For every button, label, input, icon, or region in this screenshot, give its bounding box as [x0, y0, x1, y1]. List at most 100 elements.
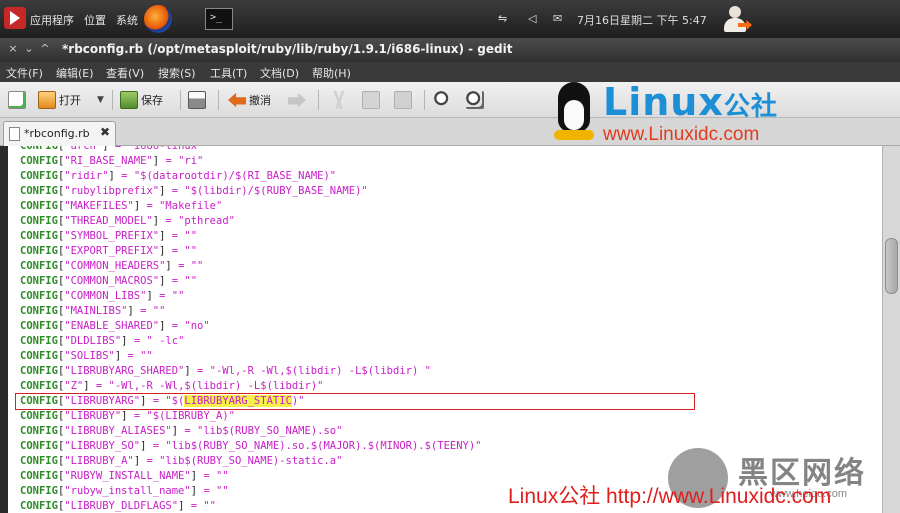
menu-search[interactable]: 搜索(S) [158, 65, 196, 81]
code-line: CONFIG["THREAD_MODEL"] = "pthread" [20, 214, 482, 229]
code-line: CONFIG["LIBRUBY"] = "$(LIBRUBY_A)" [20, 409, 482, 424]
code-line: CONFIG["MAINLIBS"] = "" [20, 304, 482, 319]
config-keyword: CONFIG [20, 485, 58, 497]
paste-icon [394, 91, 412, 109]
find-button[interactable] [434, 89, 452, 111]
config-value: = "-Wl,-R -Wl,$(libdir) -L$(libdir)" [89, 380, 324, 392]
top-panel: 应用程序 位置 系统 >_ ⇋ ◁ ✉ 7月16日星期二 下午 5:47 [0, 0, 900, 38]
config-key: "LIBRUBY_SO" [64, 440, 141, 452]
terminal-launcher-icon[interactable]: >_ [205, 8, 233, 30]
config-key: "rubyw_install_name" [64, 485, 191, 497]
code-line: CONFIG["EXPORT_PREFIX"] = "" [20, 244, 482, 259]
maximize-icon[interactable]: ^ [38, 42, 52, 56]
code-lines: CONFIG["arch"] = "i686-linux" CONFIG["RI_… [20, 146, 482, 513]
firefox-launcher-icon[interactable] [144, 5, 172, 33]
config-keyword: CONFIG [20, 425, 58, 437]
mail-icon[interactable]: ✉ [553, 12, 562, 25]
close-tab-icon[interactable]: ✖ [100, 125, 110, 139]
distro-logo-icon[interactable] [4, 7, 26, 29]
config-key: "RI_BASE_NAME" [64, 155, 153, 167]
config-value: = "$(libdir)/$(RUBY_BASE_NAME)" [165, 185, 368, 197]
open-button[interactable]: 打开 [38, 89, 81, 111]
code-line: CONFIG["DLDLIBS"] = " -lc" [20, 334, 482, 349]
code-line: CONFIG["LIBRUBY_DLDFLAGS"] = "" [20, 499, 482, 513]
config-keyword: CONFIG [20, 155, 58, 167]
config-value: = "lib$(RUBY_SO_NAME)-static.a" [140, 455, 343, 467]
copy-icon [362, 91, 380, 109]
config-keyword: CONFIG [20, 290, 58, 302]
menu-bar: 文件(F) 编辑(E) 查看(V) 搜索(S) 工具(T) 文档(D) 帮助(H… [0, 62, 900, 82]
config-key: "rubylibprefix" [64, 185, 160, 197]
folder-open-icon [38, 91, 56, 109]
config-key: "LIBRUBY_DLDFLAGS" [64, 500, 179, 512]
config-keyword: CONFIG [20, 185, 58, 197]
menu-edit[interactable]: 编辑(E) [56, 65, 94, 81]
config-key: "COMMON_LIBS" [64, 290, 147, 302]
code-line: CONFIG["COMMON_HEADERS"] = "" [20, 259, 482, 274]
network-icon[interactable]: ⇋ [498, 12, 507, 25]
undo-icon [228, 92, 246, 108]
window-titlebar[interactable]: × ⌄ ^ *rbconfig.rb (/opt/metasploit/ruby… [0, 38, 900, 62]
config-value: = "" [121, 350, 153, 362]
cut-icon [333, 91, 345, 109]
config-keyword: CONFIG [20, 455, 58, 467]
menu-file[interactable]: 文件(F) [6, 65, 43, 81]
watermark-url: www.Linuxidc.com [603, 124, 760, 145]
user-logout-icon[interactable] [720, 4, 752, 34]
config-key: "RUBYW_INSTALL_NAME" [64, 470, 191, 482]
code-line: CONFIG["LIBRUBY_ALIASES"] = "lib$(RUBY_S… [20, 424, 482, 439]
volume-icon[interactable]: ◁ [528, 12, 536, 25]
clock[interactable]: 7月16日星期二 下午 5:47 [577, 12, 707, 28]
print-button[interactable] [188, 89, 206, 111]
config-keyword: CONFIG [20, 380, 58, 392]
config-value: = "" [165, 275, 198, 287]
minimize-icon[interactable]: ⌄ [22, 42, 36, 56]
open-recent-dropdown[interactable]: ▼ [97, 89, 104, 111]
close-icon[interactable]: × [6, 42, 20, 56]
code-line: CONFIG["LIBRUBY_A"] = "lib$(RUBY_SO_NAME… [20, 454, 482, 469]
menu-tools[interactable]: 工具(T) [210, 65, 247, 81]
cut-button[interactable] [330, 89, 348, 111]
replace-button[interactable] [466, 89, 484, 111]
system-menu[interactable]: 系统 [116, 12, 138, 28]
paste-button[interactable] [394, 89, 412, 111]
find-replace-icon [466, 91, 484, 109]
menu-documents[interactable]: 文档(D) [260, 65, 299, 81]
menu-view[interactable]: 查看(V) [106, 65, 144, 81]
config-value: = "no" [165, 320, 210, 332]
copy-button[interactable] [362, 89, 380, 111]
code-line: CONFIG["SYMBOL_PREFIX"] = "" [20, 229, 482, 244]
code-line: CONFIG["COMMON_LIBS"] = "" [20, 289, 482, 304]
config-value: = "lib$(RUBY_SO_NAME).so.$(MAJOR).$(MINO… [146, 440, 482, 452]
config-value: = " -lc" [127, 335, 185, 347]
new-button[interactable] [8, 89, 26, 111]
config-keyword: CONFIG [20, 365, 58, 377]
save-button[interactable]: 保存 [120, 89, 163, 111]
config-value: = "" [152, 290, 185, 302]
config-key: "COMMON_MACROS" [64, 275, 160, 287]
undo-button[interactable]: 撤消 [228, 89, 271, 111]
code-line: CONFIG["RI_BASE_NAME"] = "ri" [20, 154, 482, 169]
printer-icon [188, 91, 206, 109]
config-keyword: CONFIG [20, 440, 58, 452]
config-key: "THREAD_MODEL" [64, 215, 153, 227]
redo-icon [288, 92, 306, 108]
redo-button[interactable] [288, 89, 306, 111]
scrollbar-thumb[interactable] [885, 238, 898, 294]
code-line: CONFIG["MAKEFILES"] = "Makefile" [20, 199, 482, 214]
config-keyword: CONFIG [20, 335, 58, 347]
watermark-brand-cn: 公社 [723, 92, 778, 122]
config-value: = "Makefile" [140, 200, 223, 212]
tab-rbconfig[interactable]: *rbconfig.rb ✖ [3, 121, 116, 146]
tab-label: *rbconfig.rb [24, 127, 90, 140]
window-title: *rbconfig.rb (/opt/metasploit/ruby/lib/r… [62, 42, 513, 56]
config-keyword: CONFIG [20, 305, 58, 317]
places-menu[interactable]: 位置 [84, 12, 106, 28]
config-key: "SYMBOL_PREFIX" [64, 230, 160, 242]
config-keyword: CONFIG [20, 200, 58, 212]
applications-menu[interactable]: 应用程序 [30, 12, 74, 28]
code-line: CONFIG["ridir"] = "$(datarootdir)/$(RI_B… [20, 169, 482, 184]
config-value: = "" [165, 230, 198, 242]
menu-help[interactable]: 帮助(H) [312, 65, 351, 81]
code-line: CONFIG["rubyw_install_name"] = "" [20, 484, 482, 499]
